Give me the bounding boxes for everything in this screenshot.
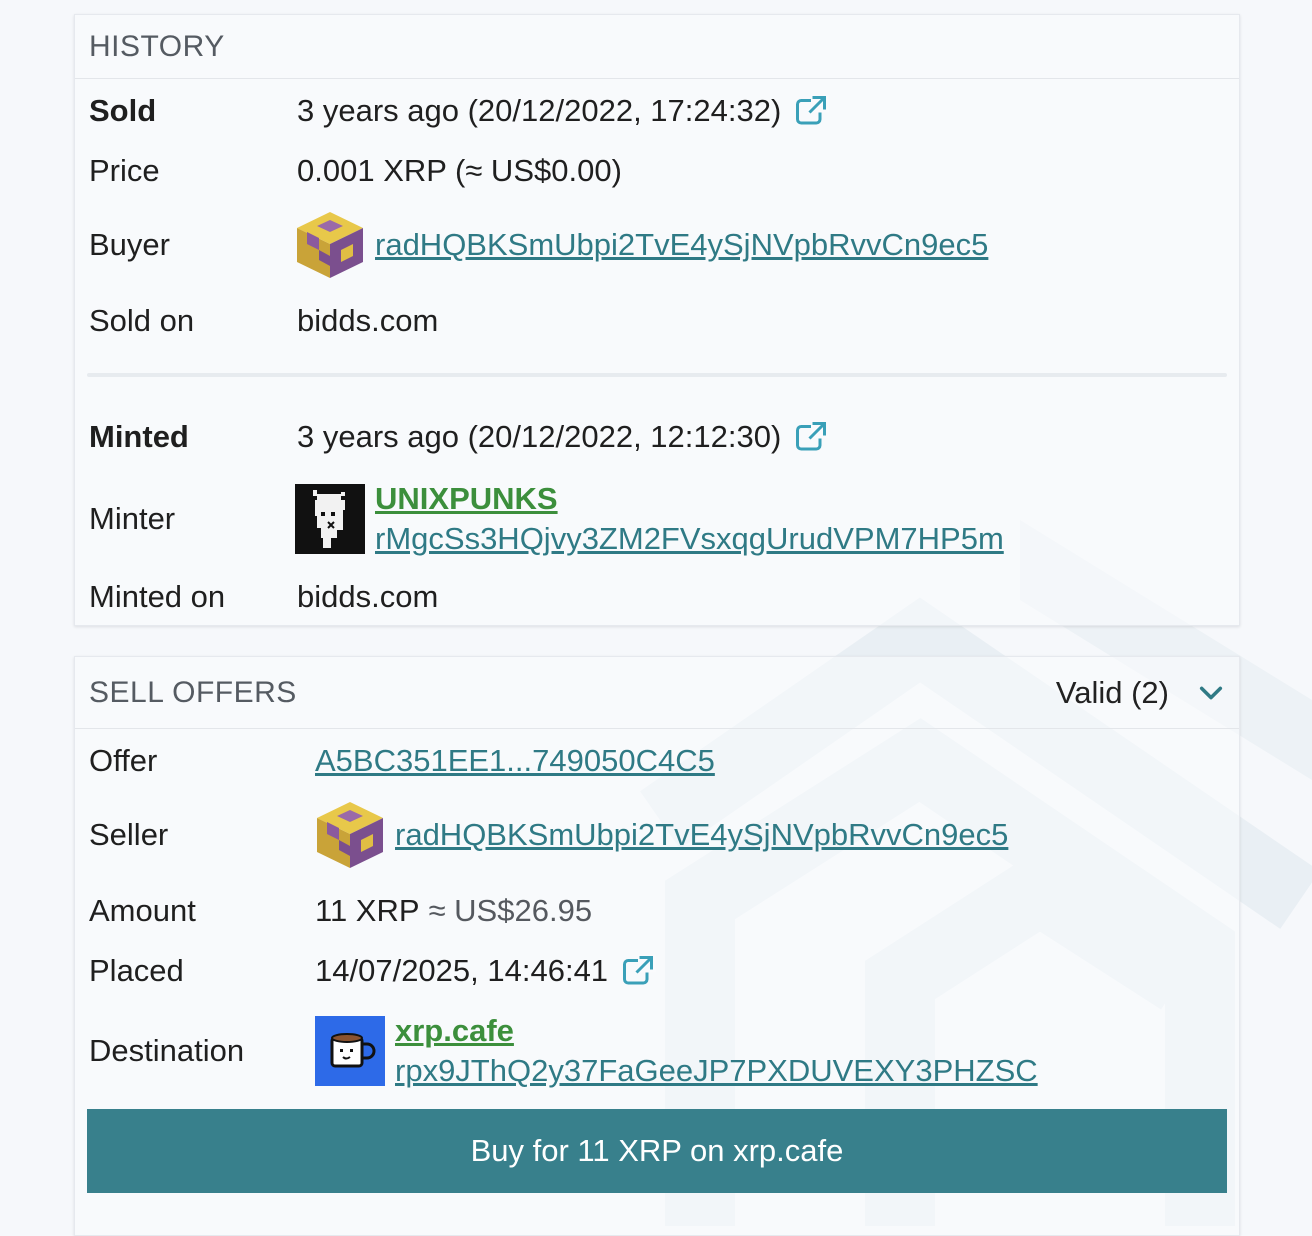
destination-text: xrp.cafe rpx9JThQ2y37FaGeeJP7PXDUVEXY3PH… (395, 1011, 1038, 1091)
minter-address-link[interactable]: rMgcSs3HQjvy3ZM2FVsxqgUrudVPM7HP5m (375, 519, 1004, 559)
buyer-row: Buyer radHQBKSmUbpi2TvE4ySjNVpbRvvCn9ec5 (89, 209, 1225, 281)
history-title: HISTORY (89, 29, 225, 63)
placed-row: Placed 14/07/2025, 14:46:41 (89, 951, 1225, 991)
placed-value: 14/07/2025, 14:46:41 (315, 953, 609, 988)
minted-label: Minted (89, 419, 189, 454)
amount-value: 11 XRP ≈ US$26.95 (315, 893, 592, 929)
minted-value: 3 years ago (20/12/2022, 12:12:30) (297, 419, 782, 454)
seller-label: Seller (89, 817, 169, 852)
external-link-icon[interactable] (620, 953, 657, 989)
sell-offers-title: SELL OFFERS (89, 675, 297, 709)
sold-on-row: Sold on bidds.com (89, 301, 1225, 341)
placed-label: Placed (89, 953, 184, 988)
buy-button[interactable]: Buy for 11 XRP on xrp.cafe (87, 1109, 1227, 1193)
external-link-icon[interactable] (793, 419, 830, 455)
offers-filter-select[interactable]: Valid (2) (1056, 675, 1225, 711)
sell-offers-header: SELL OFFERS Valid (2) (75, 657, 1239, 729)
price-value: 0.001 XRP (≈ US$0.00) (297, 153, 622, 188)
destination-name-link[interactable]: xrp.cafe (395, 1011, 1038, 1051)
seller-address-link[interactable]: radHQBKSmUbpi2TvE4ySjNVpbRvvCn9ec5 (395, 817, 1008, 853)
minter-text: UNIXPUNKS rMgcSs3HQjvy3ZM2FVsxqgUrudVPM7… (375, 479, 1004, 559)
seller-row: Seller radHQBKSmUbpi2TvE4ySjNVpbRvvCn9ec… (89, 799, 1225, 871)
price-label: Price (89, 153, 160, 188)
buyer-avatar-cube-icon (297, 212, 363, 278)
section-divider (87, 373, 1227, 377)
offer-label: Offer (89, 743, 158, 778)
minted-on-row: Minted on bidds.com (89, 577, 1225, 617)
buyer-address-link[interactable]: radHQBKSmUbpi2TvE4ySjNVpbRvvCn9ec5 (375, 227, 988, 263)
minter-value: UNIXPUNKS rMgcSs3HQjvy3ZM2FVsxqgUrudVPM7… (295, 479, 1004, 559)
sold-label: Sold (89, 93, 157, 128)
destination-address-link[interactable]: rpx9JThQ2y37FaGeeJP7PXDUVEXY3PHZSC (395, 1051, 1038, 1091)
offer-row: Offer A5BC351EE1...749050C4C5 (89, 741, 1225, 781)
chevron-down-icon (1199, 686, 1223, 699)
sold-value: 3 years ago (20/12/2022, 17:24:32) (297, 93, 782, 128)
minter-punk-avatar-icon (295, 484, 365, 554)
destination-value: xrp.cafe rpx9JThQ2y37FaGeeJP7PXDUVEXY3PH… (315, 1011, 1038, 1091)
minted-value-wrap: 3 years ago (20/12/2022, 12:12:30) (297, 419, 830, 455)
external-link-icon[interactable] (793, 93, 830, 129)
seller-avatar-cube-icon (317, 802, 383, 868)
offers-filter-value: Valid (2) (1055, 674, 1169, 710)
history-header: HISTORY (75, 15, 1239, 79)
sold-on-value: bidds.com (297, 303, 439, 338)
sell-offers-card: SELL OFFERS Valid (2) Offer A5BC351EE1..… (74, 656, 1240, 1236)
amount-row: Amount 11 XRP ≈ US$26.95 (89, 891, 1225, 931)
offer-value-wrap: A5BC351EE1...749050C4C5 (315, 743, 715, 779)
amount-xrp: 11 XRP (315, 893, 420, 928)
minted-on-value: bidds.com (297, 579, 439, 614)
buyer-label: Buyer (89, 227, 170, 262)
placed-value-wrap: 14/07/2025, 14:46:41 (315, 953, 657, 989)
history-card: HISTORY Sold 3 years ago (20/12/2022, 17… (74, 14, 1240, 626)
sold-row: Sold 3 years ago (20/12/2022, 17:24:32) (89, 91, 1225, 131)
seller-value: radHQBKSmUbpi2TvE4ySjNVpbRvvCn9ec5 (315, 800, 1008, 870)
minted-on-label: Minted on (89, 579, 226, 614)
destination-row: Destination xrp.cafe rpx9JThQ2y37FaGeeJP… (89, 1011, 1225, 1091)
minter-row: Minter UNIXPUNKS rMgcSs3HQjvy3ZM2FVsxqgU… (89, 479, 1225, 559)
sold-value-wrap: 3 years ago (20/12/2022, 17:24:32) (297, 93, 830, 129)
xrp-cafe-cup-icon (315, 1016, 385, 1086)
minter-name-link[interactable]: UNIXPUNKS (375, 479, 1004, 519)
minter-label: Minter (89, 501, 176, 536)
buyer-value: radHQBKSmUbpi2TvE4ySjNVpbRvvCn9ec5 (295, 210, 988, 280)
amount-label: Amount (89, 893, 196, 928)
minted-row: Minted 3 years ago (20/12/2022, 12:12:30… (89, 417, 1225, 457)
sold-on-label: Sold on (89, 303, 195, 338)
price-row: Price 0.001 XRP (≈ US$0.00) (89, 151, 1225, 191)
offer-id-link[interactable]: A5BC351EE1...749050C4C5 (315, 743, 715, 779)
destination-label: Destination (89, 1033, 245, 1068)
amount-usd: ≈ US$26.95 (428, 893, 593, 928)
